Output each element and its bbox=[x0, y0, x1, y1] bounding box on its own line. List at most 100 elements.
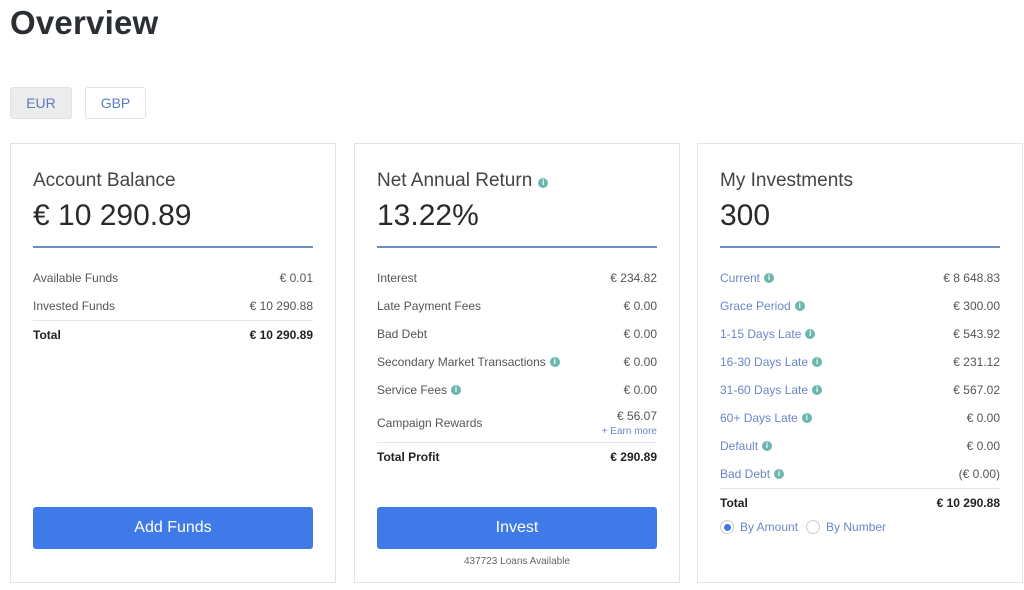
row-value: € 0.00 bbox=[623, 383, 657, 397]
radio-by-number[interactable]: By Number bbox=[806, 520, 886, 534]
row-31-60-days-late: 31-60 Days Late i € 567.02 bbox=[720, 376, 1000, 404]
row-value: € 0.00 bbox=[623, 355, 657, 369]
row-value: € 567.02 bbox=[953, 383, 1000, 397]
row-value: € 8 648.83 bbox=[943, 271, 1000, 285]
row-link[interactable]: Current i bbox=[720, 271, 775, 285]
row-service-fees: Service Fees i € 0.00 bbox=[377, 376, 657, 404]
radio-selected-icon[interactable] bbox=[720, 520, 734, 534]
row-interest: Interest € 234.82 bbox=[377, 264, 657, 292]
row-value: € 300.00 bbox=[953, 299, 1000, 313]
row-label: Invested Funds bbox=[33, 299, 116, 313]
account-balance-card: Account Balance € 10 290.89 Available Fu… bbox=[10, 143, 336, 583]
row-invested-funds: Invested Funds € 10 290.88 bbox=[33, 292, 313, 320]
row-label: 1-15 Days Late bbox=[720, 327, 802, 341]
row-value: € 543.92 bbox=[953, 327, 1000, 341]
row-value: € 56.07 bbox=[616, 409, 657, 423]
row-value: € 0.01 bbox=[279, 271, 313, 285]
row-label: Late Payment Fees bbox=[377, 299, 482, 313]
info-icon[interactable]: i bbox=[805, 329, 816, 339]
my-investments-card: My Investments 300 Current i € 8 648.83 G… bbox=[697, 143, 1023, 583]
row-1-15-days-late: 1-15 Days Late i € 543.92 bbox=[720, 320, 1000, 348]
divider bbox=[377, 246, 657, 248]
info-icon[interactable]: i bbox=[812, 357, 823, 367]
heading-text: My Investments bbox=[720, 170, 854, 191]
info-icon[interactable]: i bbox=[538, 178, 549, 188]
row-total: Total € 10 290.88 bbox=[720, 488, 1000, 516]
row-value: (€ 0.00) bbox=[958, 467, 1000, 481]
row-link[interactable]: 1-15 Days Late i bbox=[720, 327, 816, 341]
row-value: € 0.00 bbox=[623, 327, 657, 341]
row-label: Available Funds bbox=[33, 271, 119, 285]
row-label: 31-60 Days Late bbox=[720, 383, 809, 397]
info-icon[interactable]: i bbox=[764, 273, 775, 283]
row-label: Bad Debt bbox=[720, 467, 771, 481]
radio-label: By Number bbox=[826, 520, 887, 534]
row-link[interactable]: Default i bbox=[720, 439, 773, 453]
radio-unselected-icon[interactable] bbox=[806, 520, 821, 534]
row-value: € 231.12 bbox=[953, 355, 1000, 369]
row-link[interactable]: 31-60 Days Late i bbox=[720, 383, 823, 397]
row-link[interactable]: 60+ Days Late i bbox=[720, 411, 812, 425]
row-total-profit: Total Profit € 290.89 bbox=[377, 442, 657, 470]
net-annual-return-card: Net Annual Return i 13.22% Interest € 23… bbox=[354, 143, 680, 583]
row-label-wrap: Service Fees i bbox=[377, 383, 462, 397]
card-heading: Account Balance bbox=[33, 170, 176, 192]
info-icon[interactable]: i bbox=[762, 441, 773, 451]
row-late-payment-fees: Late Payment Fees € 0.00 bbox=[377, 292, 657, 320]
divider bbox=[33, 246, 313, 248]
row-16-30-days-late: 16-30 Days Late i € 231.12 bbox=[720, 348, 1000, 376]
radio-by-amount[interactable]: By Amount bbox=[720, 520, 798, 534]
row-label: Total Profit bbox=[377, 449, 440, 464]
row-link[interactable]: 16-30 Days Late i bbox=[720, 355, 823, 369]
row-label-wrap: Secondary Market Transactions i bbox=[377, 355, 560, 369]
row-label: Bad Debt bbox=[377, 327, 428, 341]
radio-label: By Amount bbox=[740, 520, 799, 534]
view-toggle: By Amount By Number bbox=[720, 520, 1000, 534]
info-icon[interactable]: i bbox=[812, 385, 823, 395]
row-available-funds: Available Funds € 0.01 bbox=[33, 264, 313, 292]
info-icon[interactable]: i bbox=[794, 301, 805, 311]
row-label: Current bbox=[720, 271, 761, 285]
row-grace-period: Grace Period i € 300.00 bbox=[720, 292, 1000, 320]
row-label: Total bbox=[720, 495, 748, 510]
card-heading: Net Annual Return i bbox=[377, 170, 549, 192]
row-label: Service Fees bbox=[377, 383, 448, 397]
row-value: € 0.00 bbox=[966, 439, 1000, 453]
row-value: € 234.82 bbox=[610, 271, 657, 285]
row-label: Interest bbox=[377, 271, 418, 285]
row-value: € 10 290.88 bbox=[249, 299, 313, 313]
net-annual-return-amount: 13.22% bbox=[377, 199, 479, 232]
row-label: Secondary Market Transactions bbox=[377, 355, 546, 369]
currency-gbp-button[interactable]: GBP bbox=[85, 87, 146, 119]
row-secondary-market: Secondary Market Transactions i € 0.00 bbox=[377, 348, 657, 376]
row-60-plus-days-late: 60+ Days Late i € 0.00 bbox=[720, 404, 1000, 432]
investments-count: 300 bbox=[720, 199, 771, 232]
account-balance-amount: € 10 290.89 bbox=[33, 199, 192, 232]
loans-available-text: 437723 Loans Available bbox=[463, 556, 571, 567]
row-current: Current i € 8 648.83 bbox=[720, 264, 1000, 292]
row-link[interactable]: Grace Period i bbox=[720, 299, 805, 313]
row-campaign-rewards: Campaign Rewards € 56.07 + Earn more bbox=[377, 404, 657, 442]
info-icon[interactable]: i bbox=[774, 469, 785, 479]
row-label: 16-30 Days Late bbox=[720, 355, 809, 369]
info-icon[interactable]: i bbox=[451, 385, 462, 395]
heading-text: Net Annual Return bbox=[377, 170, 533, 191]
row-value: € 0.00 bbox=[623, 299, 657, 313]
row-link[interactable]: Bad Debt i bbox=[720, 467, 785, 481]
row-value: € 10 290.88 bbox=[936, 495, 1000, 510]
card-heading: My Investments bbox=[720, 170, 853, 192]
divider bbox=[720, 246, 1000, 248]
add-funds-button[interactable]: Add Funds bbox=[33, 507, 313, 549]
invest-button[interactable]: Invest bbox=[377, 507, 657, 549]
info-icon[interactable]: i bbox=[801, 413, 812, 423]
row-label: Total bbox=[33, 327, 61, 342]
row-label: Campaign Rewards bbox=[377, 416, 483, 430]
earn-more-link[interactable]: + Earn more bbox=[602, 426, 657, 437]
row-label: Default bbox=[720, 439, 759, 453]
page-title: Overview bbox=[10, 4, 159, 41]
row-total: Total € 10 290.89 bbox=[33, 320, 313, 348]
currency-eur-button[interactable]: EUR bbox=[10, 87, 72, 119]
info-icon[interactable]: i bbox=[549, 357, 560, 367]
row-value: € 290.89 bbox=[610, 449, 657, 464]
row-label: Grace Period bbox=[720, 299, 791, 313]
